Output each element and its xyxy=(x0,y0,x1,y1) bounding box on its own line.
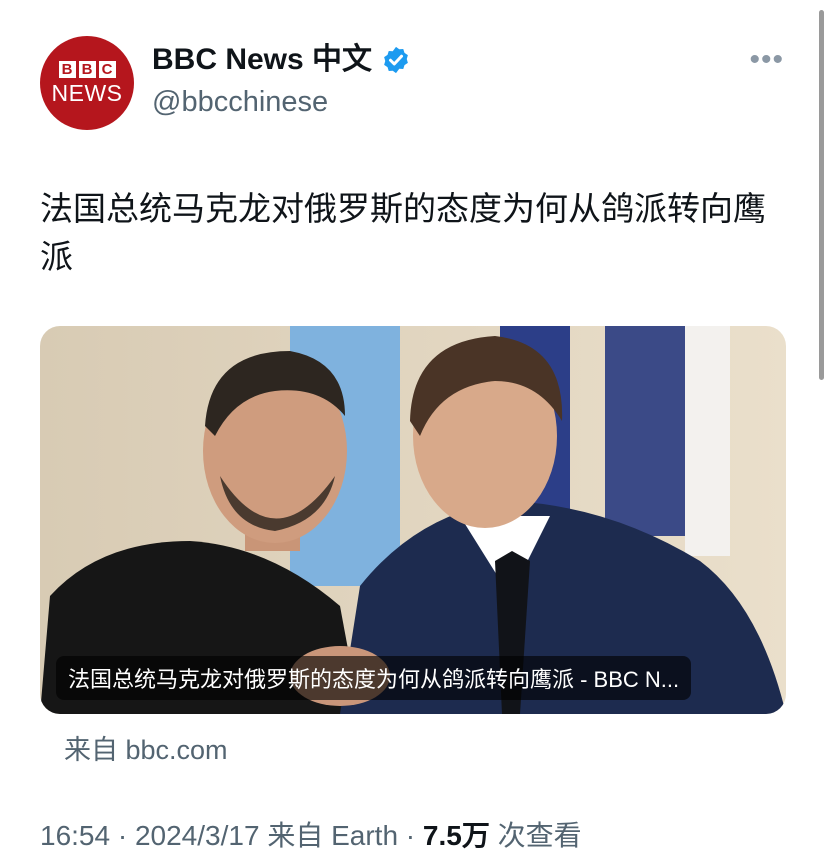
link-card[interactable]: 法国总统马克龙对俄罗斯的态度为何从鸽派转向鹰派 - BBC N... xyxy=(40,326,786,714)
view-count: 7.5万 xyxy=(422,820,490,851)
tweet-date: 2024/3/17 xyxy=(134,820,260,851)
scrollbar[interactable] xyxy=(819,10,824,380)
tweet-time: 16:54 xyxy=(40,820,111,851)
bbc-logo-blocks: B B C xyxy=(58,61,116,78)
account-handle[interactable]: @bbcchinese xyxy=(152,86,328,119)
tweet-meta: 16:54 · 2024/3/17 来自 Earth · 7.5万 次查看 xyxy=(40,814,582,854)
tweet-client: 来自 Earth xyxy=(259,820,399,851)
tweet-text: 法国总统马克龙对俄罗斯的态度为何从鸽派转向鹰派 xyxy=(40,190,766,275)
card-caption: 法国总统马克龙对俄罗斯的态度为何从鸽派转向鹰派 - BBC N... xyxy=(56,656,692,700)
bbc-logo-letter: B xyxy=(58,61,76,78)
bbc-logo-letter: C xyxy=(98,61,116,78)
bbc-logo-letter: B xyxy=(78,61,96,78)
avatar-news-text: NEWS xyxy=(51,80,123,106)
verified-badge-icon xyxy=(384,46,408,74)
more-horizontal-icon[interactable]: ••• xyxy=(749,45,784,75)
card-source[interactable]: 来自 bbc.com xyxy=(64,728,228,767)
meta-separator: · xyxy=(398,820,423,851)
account-name-row: BBC News 中文 xyxy=(152,42,411,78)
view-label: 次查看 xyxy=(489,820,582,851)
account-name[interactable]: BBC News 中文 xyxy=(152,42,372,78)
avatar[interactable]: B B C NEWS xyxy=(40,36,134,130)
meta-separator: · xyxy=(110,820,135,851)
